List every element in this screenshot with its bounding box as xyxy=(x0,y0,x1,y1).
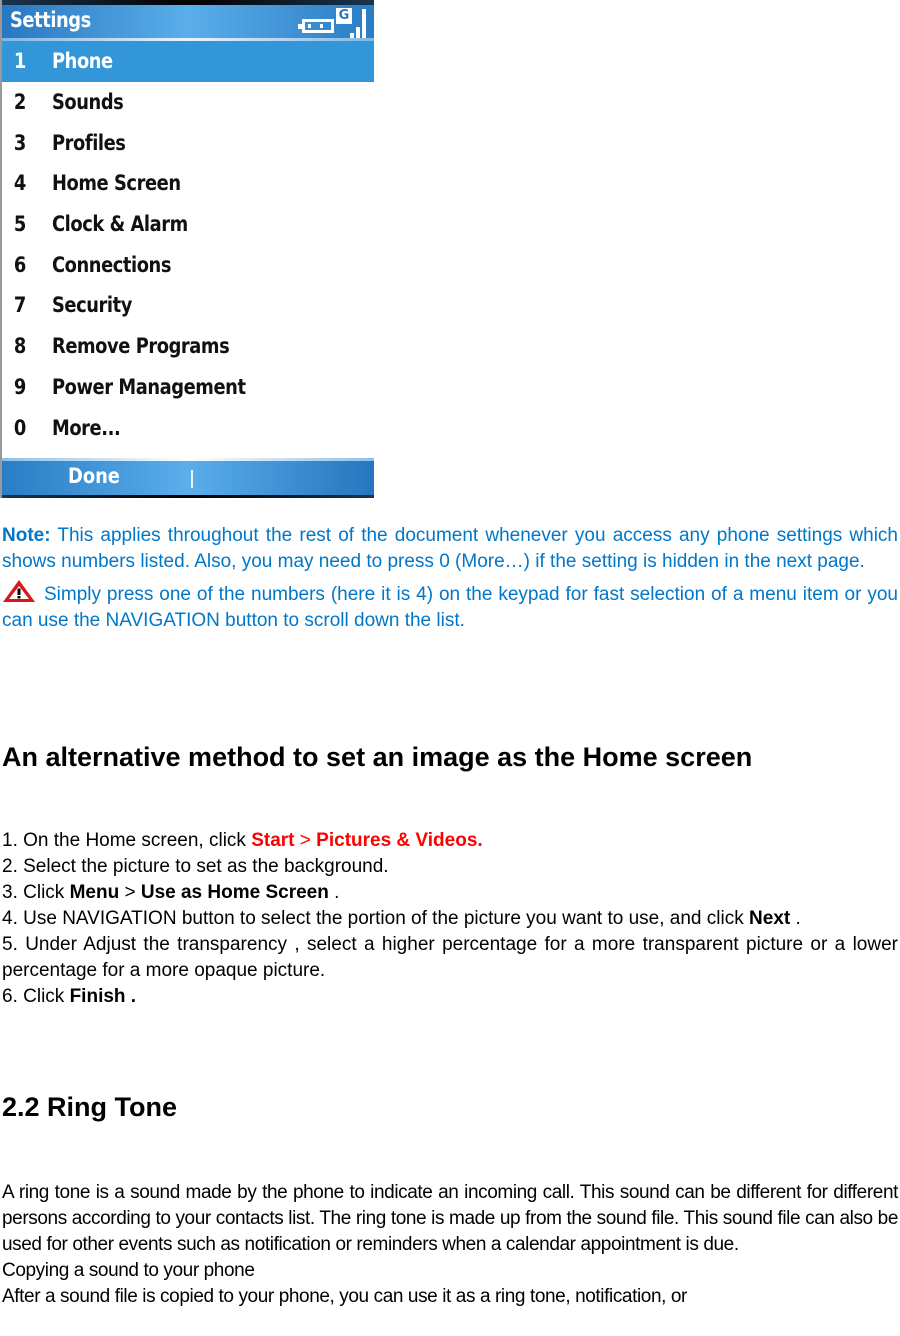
menu-item-connections[interactable]: 6 Connections xyxy=(2,244,374,285)
menu-item-label: Security xyxy=(52,293,132,318)
phone-title-bar: Settings G xyxy=(2,5,374,41)
use-as-home-screen-ref: Use as Home Screen xyxy=(140,882,329,903)
menu-item-label: More... xyxy=(52,415,121,440)
step-text: 6. Click xyxy=(2,986,70,1007)
step-suffix: . xyxy=(328,882,340,903)
ring-tone-body: A ring tone is a sound made by the phone… xyxy=(2,1180,898,1310)
menu-item-security[interactable]: 7 Security xyxy=(2,285,374,326)
status-icons: G xyxy=(298,7,368,39)
step-suffix: . xyxy=(790,908,801,929)
ring-tone-paragraph: A ring tone is a sound made by the phone… xyxy=(2,1182,898,1255)
menu-item-number: 9 xyxy=(13,374,26,399)
menu-ref: Menu xyxy=(69,882,120,903)
step-6: 6. Click Finish . xyxy=(2,984,898,1010)
menu-item-number: 2 xyxy=(13,90,26,115)
menu-item-label: Phone xyxy=(52,49,113,74)
pictures-videos-ref: Pictures & Videos. xyxy=(316,830,483,851)
section-heading-ring-tone: 2.2 Ring Tone xyxy=(2,1092,178,1122)
menu-item-number: 6 xyxy=(13,252,26,277)
menu-item-number: 5 xyxy=(13,212,26,237)
tip-text: Simply press one of the numbers (here it… xyxy=(2,584,898,631)
phone-title: Settings xyxy=(10,8,91,32)
section-heading-alternative-method: An alternative method to set an image as… xyxy=(2,742,753,772)
menu-item-number: 7 xyxy=(13,293,26,318)
menu-item-power-management[interactable]: 9 Power Management xyxy=(2,367,374,408)
step-text: 3. Click xyxy=(2,882,70,903)
step-separator: > xyxy=(294,830,317,851)
done-softkey[interactable]: Done xyxy=(68,464,120,488)
menu-item-label: Connections xyxy=(52,252,172,277)
steps-list: 1. On the Home screen, click Start > Pic… xyxy=(2,828,898,1010)
note-label: Note: xyxy=(2,525,51,546)
step-text: 1. On the Home screen, click xyxy=(2,830,252,851)
tip-paragraph: Simply press one of the numbers (here it… xyxy=(2,579,898,634)
menu-item-label: Profiles xyxy=(52,130,126,155)
note-text: This applies throughout the rest of the … xyxy=(2,525,898,572)
softkey-divider xyxy=(191,470,193,488)
menu-item-number: 8 xyxy=(13,334,26,359)
step-separator: > xyxy=(119,882,141,903)
menu-item-phone[interactable]: 1 Phone xyxy=(2,41,374,82)
battery-icon xyxy=(298,19,334,33)
menu-item-number: 4 xyxy=(13,171,26,196)
menu-item-home-screen[interactable]: 4 Home Screen xyxy=(2,163,374,204)
menu-item-label: Clock & Alarm xyxy=(52,212,188,237)
step-4: 4. Use NAVIGATION button to select the p… xyxy=(2,906,898,932)
menu-item-label: Sounds xyxy=(52,90,124,115)
copying-sound-subheading: Copying a sound to your phone xyxy=(2,1260,255,1281)
menu-item-number: 3 xyxy=(13,130,26,155)
next-ref: Next xyxy=(749,908,791,929)
menu-item-number: 0 xyxy=(13,415,26,440)
menu-item-label: Home Screen xyxy=(52,171,181,196)
step-2: 2. Select the picture to set as the back… xyxy=(2,856,389,877)
finish-ref: Finish . xyxy=(69,986,137,1007)
step-5: 5. Under Adjust the transparency , selec… xyxy=(2,934,898,981)
warning-icon xyxy=(3,580,35,602)
signal-icon xyxy=(342,9,366,39)
menu-item-profiles[interactable]: 3 Profiles xyxy=(2,122,374,163)
phone-settings-screenshot: Settings G 1 Phone 2 Sounds 3 Profiles 4… xyxy=(0,0,374,498)
step-1: 1. On the Home screen, click Start > Pic… xyxy=(2,828,898,854)
menu-item-more[interactable]: 0 More... xyxy=(2,407,374,448)
step-text: 4. Use NAVIGATION button to select the p… xyxy=(2,908,750,929)
phone-softkey-bar: Done xyxy=(2,458,374,498)
step-3: 3. Click Menu > Use as Home Screen . xyxy=(2,880,898,906)
menu-item-clock-alarm[interactable]: 5 Clock & Alarm xyxy=(2,204,374,245)
note-block: Note: This applies throughout the rest o… xyxy=(2,523,898,634)
start-menu-ref: Start xyxy=(251,830,295,851)
settings-menu-list: 1 Phone 2 Sounds 3 Profiles 4 Home Scree… xyxy=(2,41,374,448)
menu-item-label: Power Management xyxy=(52,374,246,399)
note-paragraph: Note: This applies throughout the rest o… xyxy=(2,523,898,575)
menu-item-number: 1 xyxy=(13,49,26,74)
ring-tone-continuation: After a sound file is copied to your pho… xyxy=(2,1286,687,1307)
menu-item-remove-programs[interactable]: 8 Remove Programs xyxy=(2,326,374,367)
menu-item-label: Remove Programs xyxy=(52,334,230,359)
menu-item-sounds[interactable]: 2 Sounds xyxy=(2,82,374,123)
